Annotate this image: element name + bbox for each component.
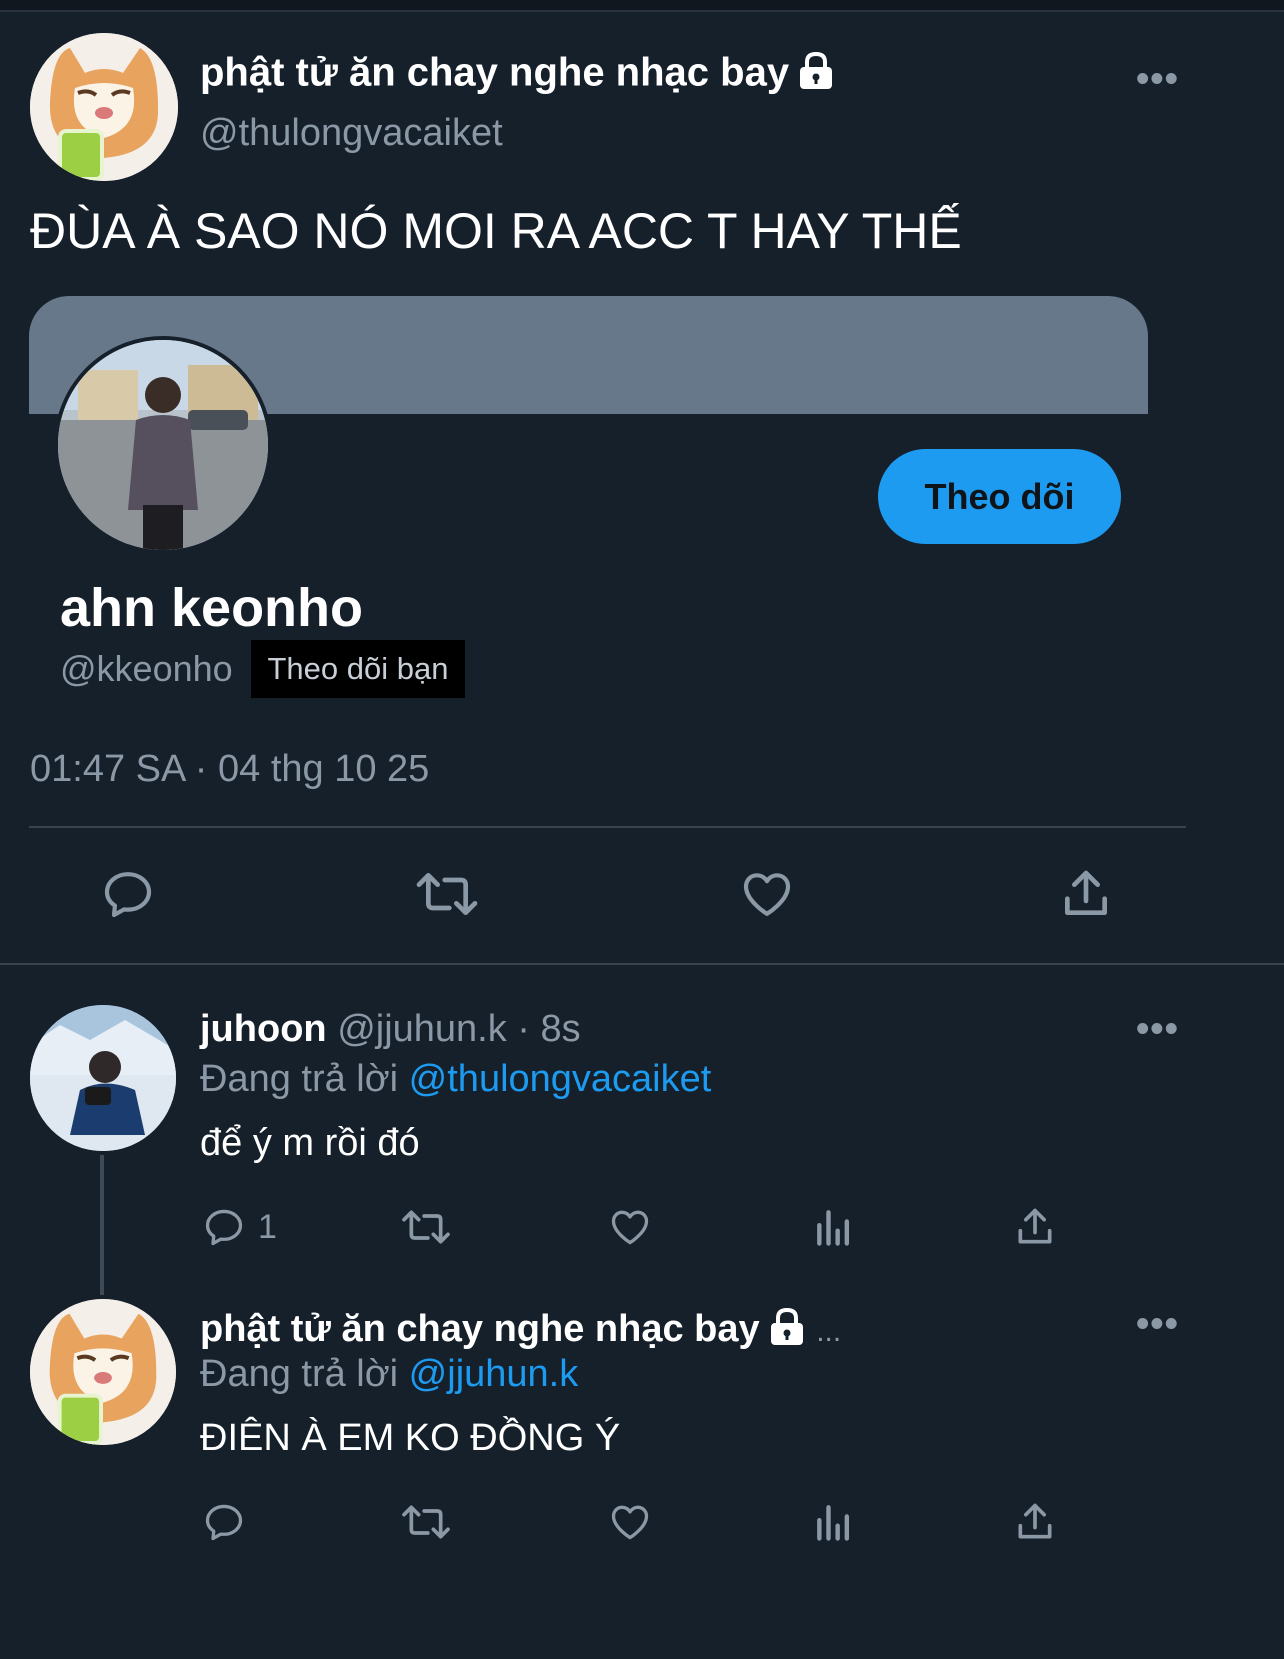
divider	[29, 826, 1186, 828]
follows-you-label: Theo dõi bạn	[267, 651, 449, 686]
more-icon[interactable]: •••	[1136, 1008, 1179, 1051]
share-icon[interactable]	[1013, 1500, 1057, 1544]
share-icon[interactable]	[1013, 1205, 1057, 1249]
reply-header: phật tử ăn chay nghe nhạc bay ...	[200, 1306, 841, 1356]
thread-connector-line	[100, 1155, 104, 1295]
heart-icon[interactable]	[607, 1500, 653, 1544]
reply-author-name[interactable]: phật tử ăn chay nghe nhạc bay	[200, 1308, 760, 1350]
views-icon[interactable]	[812, 1205, 856, 1249]
profile-card-name[interactable]: ahn keonho	[60, 577, 363, 639]
follows-you-badge: Theo dõi bạn	[251, 640, 465, 698]
reply-icon[interactable]	[202, 1500, 246, 1544]
reply-icon[interactable]	[100, 866, 156, 922]
views-icon[interactable]	[812, 1500, 856, 1544]
reply-author-avatar[interactable]	[30, 1005, 176, 1151]
more-icon[interactable]: •••	[1136, 58, 1179, 101]
reply-meta[interactable]: @jjuhun.k · 8s	[337, 1008, 580, 1050]
replying-to-line: Đang trả lời @jjuhun.k	[200, 1353, 578, 1396]
reply-icon[interactable]	[202, 1205, 246, 1249]
replying-to-prefix: Đang trả lời	[200, 1353, 399, 1395]
reply-count: 1	[258, 1208, 277, 1246]
reply-text: để ý m rồi đó	[200, 1122, 420, 1164]
author-name[interactable]: phật tử ăn chay nghe nhạc bay	[200, 50, 835, 100]
retweet-icon[interactable]	[414, 866, 480, 922]
profile-card-handle[interactable]: @kkeonho	[60, 648, 233, 690]
retweet-icon[interactable]	[400, 1500, 452, 1544]
reply-author-name[interactable]: juhoon	[200, 1008, 327, 1050]
follow-button-label: Theo dõi	[924, 475, 1075, 517]
retweet-icon[interactable]	[400, 1205, 452, 1249]
reply-header: juhoon @jjuhun.k · 8s	[200, 1008, 581, 1051]
replying-to-mention[interactable]: @jjuhun.k	[409, 1353, 579, 1395]
heart-icon[interactable]	[607, 1205, 653, 1249]
share-icon[interactable]	[1058, 866, 1114, 922]
tweet-timestamp[interactable]: 01:47 SA · 04 thg 10 25	[30, 748, 429, 791]
heart-icon[interactable]	[738, 866, 796, 922]
section-divider	[0, 963, 1284, 965]
profile-card-avatar[interactable]	[54, 336, 272, 554]
follow-button[interactable]: Theo dõi	[878, 449, 1121, 544]
replying-to-line: Đang trả lời @thulongvacaiket	[200, 1058, 711, 1101]
tweet-text: ĐÙA À SAO NÓ MOI RA ACC T HAY THẾ	[30, 203, 962, 259]
author-handle[interactable]: @thulongvacaiket	[200, 112, 503, 155]
author-name-text: phật tử ăn chay nghe nhạc bay	[200, 50, 790, 95]
reply-text: ĐIÊN À EM KO ĐỒNG Ý	[200, 1417, 621, 1459]
lock-icon	[768, 1306, 806, 1356]
lock-icon	[797, 50, 835, 100]
replying-to-mention[interactable]: @thulongvacaiket	[409, 1058, 712, 1100]
top-edge	[0, 0, 1284, 12]
reply-author-avatar[interactable]	[30, 1299, 176, 1445]
replying-to-prefix: Đang trả lời	[200, 1058, 399, 1100]
more-icon[interactable]: •••	[1136, 1303, 1179, 1346]
reply-meta: ...	[816, 1315, 842, 1349]
author-avatar[interactable]	[30, 33, 178, 181]
